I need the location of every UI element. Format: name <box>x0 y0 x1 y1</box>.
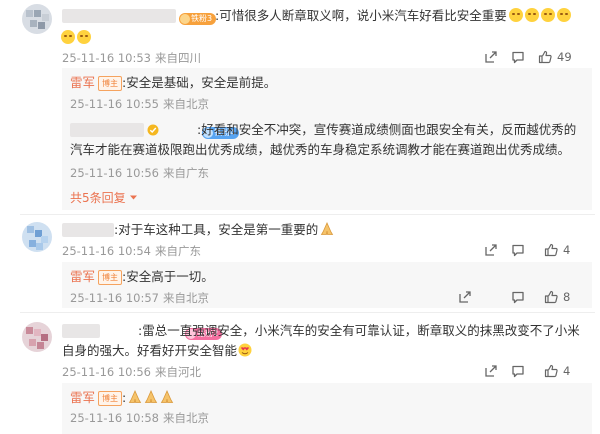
emoji-heart-eyes-icon <box>238 343 252 357</box>
comment-meta: 25-11-16 10:56 来自河北 <box>62 365 201 379</box>
comment-text: :对于车这种工具，安全是第一重要的 <box>114 220 334 240</box>
share-icon[interactable] <box>484 243 498 257</box>
comment-meta: 25-11-16 10:53 来自四川 <box>62 51 201 65</box>
emoji-pray-icon <box>129 390 142 403</box>
like-count: 4 <box>563 243 571 257</box>
like-icon[interactable] <box>544 290 558 304</box>
comment-text: :可惜很多人断章取义啊，说小米汽车好看比安全重要 <box>215 6 595 26</box>
like-icon[interactable] <box>544 364 558 378</box>
avatar[interactable] <box>22 322 52 352</box>
comment-emoji-line <box>61 30 91 45</box>
username-blurred[interactable] <box>62 9 176 23</box>
reply-text: : <box>122 390 127 405</box>
share-icon[interactable] <box>458 290 472 304</box>
like-count: 4 <box>563 364 571 378</box>
blogger-tag: 博主 <box>98 391 123 406</box>
fan-level-badge: 铁粉3 <box>179 13 217 25</box>
divider <box>20 214 595 215</box>
reply-item: 雷军 博主:安全是基础，安全是前提。 <box>70 72 276 93</box>
share-icon[interactable] <box>484 50 498 64</box>
emoji-smirk-icon <box>77 30 91 44</box>
emoji-pray-icon <box>321 222 334 235</box>
reply-meta: 25-11-16 10:56 来自广东 <box>70 166 209 180</box>
comment-icon[interactable] <box>511 290 525 304</box>
emoji-smirk-icon <box>556 8 571 22</box>
share-icon[interactable] <box>484 364 498 378</box>
avatar[interactable] <box>22 222 52 252</box>
reply-text: :安全高于一切。 <box>122 269 214 284</box>
username-blurred[interactable] <box>62 324 100 338</box>
fan-badge-icon <box>180 14 190 24</box>
reply-item: 雷军 博主:安全高于一切。 <box>70 266 214 287</box>
emoji-smirk-icon <box>524 8 539 22</box>
emoji-smirk-icon <box>61 30 75 44</box>
reply-author[interactable]: 雷军 <box>70 390 95 405</box>
reply-text: :好看和安全不冲突，宣传赛道成绩侧面也跟安全有关，反而越优秀的汽车才能在赛道极限… <box>70 122 577 157</box>
blogger-tag: 博主 <box>98 270 123 285</box>
username-blurred[interactable] <box>62 223 114 237</box>
more-replies-link[interactable]: 共5条回复 <box>70 189 138 206</box>
reply-text: :安全是基础，安全是前提。 <box>122 75 277 90</box>
reply-meta: 25-11-16 10:57 来自北京 <box>70 291 209 305</box>
like-count: 8 <box>563 290 571 304</box>
caret-down-icon <box>129 195 137 200</box>
comment-text-continued: 自身的强大。好看好开安全智能 <box>62 341 252 361</box>
blogger-tag: 博主 <box>98 76 123 91</box>
comment-icon[interactable] <box>511 243 525 257</box>
reply-item: 雷军 博主: <box>70 387 174 408</box>
reply-author[interactable]: 雷军 <box>70 269 95 284</box>
emoji-smirk-icon <box>540 8 555 22</box>
comment-text: :雷总一直强调安全，小米汽车的安全有可靠认证，断章取义的抹黑改变不了小米 <box>138 323 580 338</box>
divider <box>20 312 595 313</box>
avatar[interactable] <box>22 4 52 34</box>
reply-author[interactable]: 雷军 <box>70 75 95 90</box>
emoji-pray-icon <box>145 390 158 403</box>
comment-icon[interactable] <box>511 50 525 64</box>
emoji-pray-icon <box>161 390 174 403</box>
like-count: 49 <box>557 50 572 64</box>
reply-meta: 25-11-16 10:55 来自北京 <box>70 97 209 111</box>
like-icon[interactable] <box>544 243 558 257</box>
reply-meta: 25-11-16 10:58 来自北京 <box>70 411 209 425</box>
comment-icon[interactable] <box>511 364 525 378</box>
comment-meta: 25-11-16 10:54 来自广东 <box>62 244 201 258</box>
like-icon[interactable] <box>538 50 552 64</box>
emoji-smirk-icon <box>508 8 523 22</box>
